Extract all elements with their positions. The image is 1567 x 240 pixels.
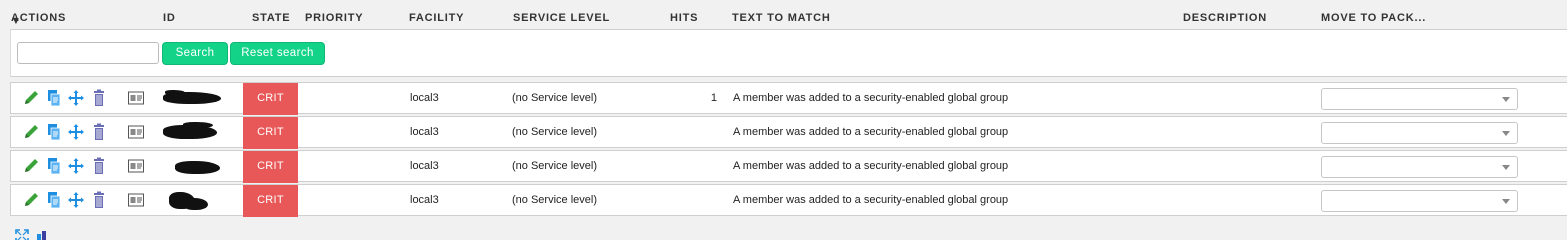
clone-icon[interactable] xyxy=(45,89,63,107)
header-text-to-match[interactable]: TEXT TO MATCH xyxy=(732,12,831,24)
move-icon[interactable] xyxy=(67,191,85,209)
text-to-match-cell: A member was added to a security-enabled… xyxy=(733,160,1009,172)
chevron-down-icon xyxy=(1502,97,1510,102)
facility-cell: local3 xyxy=(410,126,439,138)
header-priority[interactable]: PRIORITY xyxy=(305,12,363,24)
expand-icon[interactable] xyxy=(15,229,29,240)
service-level-cell: (no Service level) xyxy=(512,126,597,138)
state-badge: CRIT xyxy=(243,151,298,183)
delete-icon[interactable] xyxy=(90,191,108,209)
header-service-level[interactable]: SERVICE LEVEL xyxy=(513,12,610,24)
text-to-match-cell: A member was added to a security-enabled… xyxy=(733,126,1009,138)
state-badge: CRIT xyxy=(243,83,298,115)
move-icon[interactable] xyxy=(67,123,85,141)
delete-icon[interactable] xyxy=(90,157,108,175)
move-icon[interactable] xyxy=(67,157,85,175)
header-facility[interactable]: FACILITY xyxy=(409,12,464,24)
simulate-icon[interactable] xyxy=(127,191,145,209)
service-level-cell: (no Service level) xyxy=(512,160,597,172)
redaction-mark xyxy=(183,122,213,128)
state-badge: CRIT xyxy=(243,117,298,149)
chevron-down-icon xyxy=(1502,165,1510,170)
delete-icon[interactable] xyxy=(90,123,108,141)
facility-cell: local3 xyxy=(410,92,439,104)
header-id[interactable]: ID xyxy=(163,12,176,24)
table-row: CRIT local3 (no Service level) A member … xyxy=(10,184,1567,217)
move-to-pack-select[interactable] xyxy=(1321,156,1518,178)
chevron-down-icon xyxy=(1502,131,1510,136)
move-to-pack-select[interactable] xyxy=(1321,122,1518,144)
text-to-match-cell: A member was added to a security-enabled… xyxy=(733,92,1009,104)
filter-panel: Search Reset search xyxy=(10,29,1567,77)
text-to-match-cell: A member was added to a security-enabled… xyxy=(733,194,1009,206)
hits-cell: 1 xyxy=(710,92,717,104)
clone-icon[interactable] xyxy=(45,123,63,141)
edit-icon[interactable] xyxy=(22,123,40,141)
chevron-down-icon xyxy=(1502,199,1510,204)
header-description[interactable]: DESCRIPTION xyxy=(1183,12,1267,24)
facility-cell: local3 xyxy=(410,194,439,206)
facility-cell: local3 xyxy=(410,160,439,172)
header-state[interactable]: STATE xyxy=(252,12,290,24)
simulate-icon[interactable] xyxy=(127,89,145,107)
table-header: ▼ ACTIONS ID STATE PRIORITY FACILITY SERV… xyxy=(0,8,1567,28)
rule-id[interactable] xyxy=(163,158,220,176)
bar-icon[interactable] xyxy=(35,229,49,240)
service-level-cell: (no Service level) xyxy=(512,194,597,206)
header-actions[interactable]: ▼ ACTIONS xyxy=(11,12,66,27)
sort-triangle-icon[interactable]: ▼ xyxy=(11,16,21,27)
reset-search-button[interactable]: Reset search xyxy=(230,42,325,65)
search-button[interactable]: Search xyxy=(162,42,228,65)
edit-icon[interactable] xyxy=(22,157,40,175)
header-move-to-pack[interactable]: MOVE TO PACK... xyxy=(1321,12,1426,24)
table-row: CRIT local3 (no Service level) A member … xyxy=(10,116,1567,149)
table-row: CRIT local3 (no Service level) A member … xyxy=(10,150,1567,183)
redaction-mark xyxy=(175,161,220,174)
header-hits[interactable]: HITS xyxy=(670,12,698,24)
rule-id[interactable] xyxy=(163,122,219,142)
rule-id[interactable] xyxy=(163,90,221,108)
state-badge: CRIT xyxy=(243,185,298,217)
simulate-icon[interactable] xyxy=(127,123,145,141)
clone-icon[interactable] xyxy=(45,191,63,209)
redaction-mark xyxy=(165,90,185,95)
move-icon[interactable] xyxy=(67,89,85,107)
edit-icon[interactable] xyxy=(22,191,40,209)
table-row: CRIT local3 (no Service level) 1 A membe… xyxy=(10,82,1567,115)
search-input[interactable] xyxy=(17,42,159,64)
rule-id[interactable] xyxy=(163,192,219,210)
simulate-icon[interactable] xyxy=(127,157,145,175)
service-level-cell: (no Service level) xyxy=(512,92,597,104)
move-to-pack-select[interactable] xyxy=(1321,88,1518,110)
delete-icon[interactable] xyxy=(90,89,108,107)
edit-icon[interactable] xyxy=(22,89,40,107)
clone-icon[interactable] xyxy=(45,157,63,175)
redaction-mark xyxy=(183,198,208,210)
move-to-pack-select[interactable] xyxy=(1321,190,1518,212)
